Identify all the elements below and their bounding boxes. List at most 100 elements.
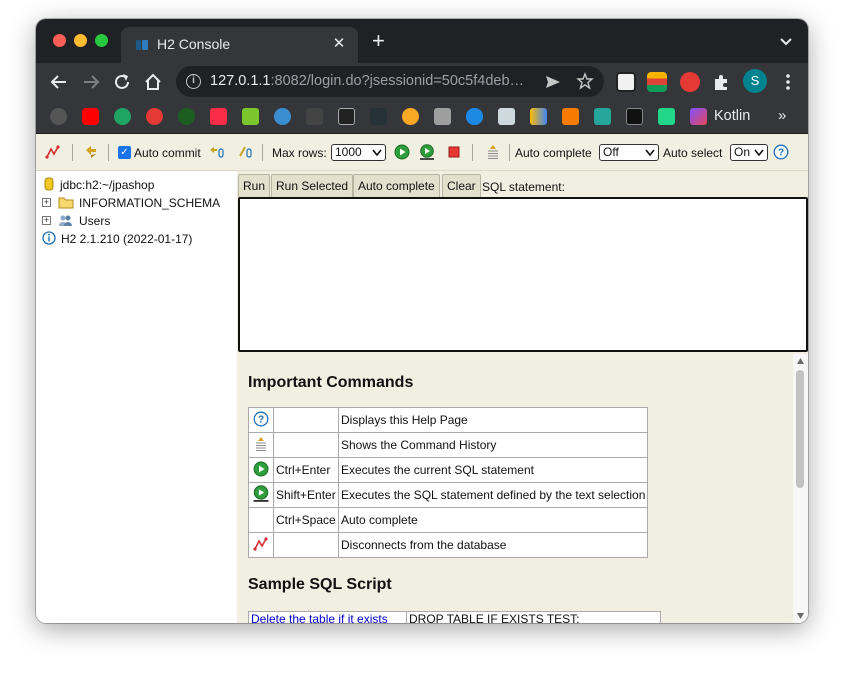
help-icon[interactable]: ? bbox=[773, 144, 789, 160]
history-icon[interactable] bbox=[485, 144, 501, 160]
window-close-button[interactable] bbox=[53, 34, 66, 47]
color-extension-icon[interactable] bbox=[647, 72, 667, 92]
info-icon[interactable]: i bbox=[186, 74, 201, 89]
auto-complete-label: Auto complete bbox=[515, 146, 592, 160]
url-text[interactable]: 127.0.1.1:8082/login.do?jsessionid=50c5f… bbox=[210, 73, 540, 89]
command-key bbox=[273, 532, 339, 558]
more-vert-icon[interactable] bbox=[780, 72, 796, 92]
store-bookmark-icon[interactable] bbox=[498, 108, 515, 125]
expand-plus-icon[interactable]: + bbox=[42, 198, 51, 207]
bookmark-d-icon[interactable] bbox=[594, 108, 611, 125]
commit-icon[interactable] bbox=[237, 144, 253, 160]
toolbar-divider bbox=[72, 144, 73, 161]
avatar[interactable]: S bbox=[743, 69, 767, 93]
stop-hand-icon[interactable] bbox=[680, 72, 700, 92]
auto-commit-checkbox[interactable]: ✓ bbox=[118, 146, 131, 159]
cloud-bookmark-icon[interactable] bbox=[466, 108, 483, 125]
chevron-down-icon bbox=[372, 149, 382, 157]
run-icon[interactable] bbox=[253, 461, 269, 477]
command-description: Shows the Command History bbox=[337, 432, 649, 458]
puzzle-icon[interactable] bbox=[711, 72, 731, 92]
svg-text:?: ? bbox=[258, 414, 264, 425]
tab-h2-console[interactable]: H2 Console ✕ bbox=[121, 27, 358, 63]
inv-bookmark-icon[interactable] bbox=[338, 108, 355, 125]
bookmark-green-icon[interactable] bbox=[114, 108, 131, 125]
auto-select-select[interactable]: On bbox=[730, 144, 768, 161]
duolingo-bookmark-icon[interactable] bbox=[242, 108, 259, 125]
command-description: Executes the current SQL statement bbox=[337, 457, 649, 483]
clear-button[interactable]: Clear bbox=[442, 174, 481, 198]
disconnect-icon[interactable] bbox=[253, 536, 269, 552]
folder-icon bbox=[58, 197, 74, 209]
address-bar[interactable]: i 127.0.1.1:8082/login.do?jsessionid=50c… bbox=[176, 66, 604, 97]
run-selected-icon[interactable] bbox=[252, 485, 270, 502]
ads-bookmark-icon[interactable] bbox=[530, 108, 547, 125]
rollback-icon[interactable] bbox=[208, 144, 224, 160]
bookmark-plane-icon[interactable] bbox=[370, 108, 387, 125]
d2-bookmark-icon[interactable] bbox=[658, 108, 675, 125]
folder-bookmark-icon[interactable] bbox=[434, 108, 451, 125]
auto-complete-button[interactable]: Auto complete bbox=[353, 174, 440, 198]
window-maximize-button[interactable] bbox=[95, 34, 108, 47]
browser-toolbar: i 127.0.1.1:8082/login.do?jsessionid=50c… bbox=[36, 63, 808, 100]
bookmark-blocks-icon[interactable] bbox=[626, 108, 643, 125]
important-commands-heading: Important Commands bbox=[248, 374, 414, 391]
commands-table: ? Displays this Help Page Shows the Comm… bbox=[248, 407, 649, 558]
scroll-thumb[interactable] bbox=[796, 370, 804, 488]
bookmark-swirl-icon[interactable] bbox=[402, 108, 419, 125]
back-icon[interactable] bbox=[48, 71, 70, 93]
toolbar-divider bbox=[509, 144, 510, 161]
bookmark-c-icon[interactable] bbox=[146, 108, 163, 125]
tab-close-icon[interactable]: ✕ bbox=[330, 35, 348, 53]
expand-plus-icon[interactable]: + bbox=[42, 216, 51, 225]
kotlin-icon[interactable] bbox=[690, 108, 707, 125]
run-button[interactable]: Run bbox=[238, 174, 271, 198]
scroll-down-icon[interactable] bbox=[797, 613, 804, 619]
stop-icon[interactable] bbox=[446, 144, 462, 160]
sample-link[interactable]: Delete the table if it exists bbox=[248, 611, 407, 623]
table-row: Ctrl+Enter Executes the current SQL stat… bbox=[248, 457, 649, 483]
bookmark-kotlin[interactable]: Kotlin bbox=[714, 108, 750, 124]
command-key: Ctrl+Enter bbox=[273, 457, 339, 483]
max-rows-select[interactable]: 1000 bbox=[331, 144, 386, 161]
bookmark-timer-icon[interactable] bbox=[274, 108, 291, 125]
run-selected-button[interactable]: Run Selected bbox=[271, 174, 354, 198]
bookmark-dots-icon[interactable] bbox=[306, 108, 323, 125]
notion-icon[interactable] bbox=[616, 72, 636, 92]
window-minimize-button[interactable] bbox=[74, 34, 87, 47]
run-selected-icon[interactable] bbox=[419, 144, 435, 160]
tab-title: H2 Console bbox=[157, 36, 231, 52]
table-row: Shows the Command History bbox=[248, 432, 649, 458]
schema-tree: jdbc:h2:~/jpashop + INFORMATION_SCHEMA +… bbox=[36, 171, 237, 623]
sql-editor[interactable] bbox=[238, 197, 808, 352]
refresh-icon[interactable] bbox=[83, 144, 99, 160]
send-icon[interactable] bbox=[544, 73, 562, 91]
help-scrollbar[interactable] bbox=[793, 354, 808, 623]
command-description: Executes the SQL statement defined by th… bbox=[337, 482, 649, 508]
help-icon[interactable]: ? bbox=[253, 411, 269, 427]
reload-icon[interactable] bbox=[111, 71, 133, 93]
auto-complete-select[interactable]: Off bbox=[599, 144, 659, 161]
run-icon[interactable] bbox=[394, 144, 410, 160]
info-icon bbox=[42, 231, 56, 245]
youtube-bookmark-icon[interactable] bbox=[82, 108, 99, 125]
star-icon[interactable] bbox=[576, 72, 594, 90]
music-bookmark-icon[interactable] bbox=[210, 108, 227, 125]
chevron-down-icon bbox=[754, 149, 764, 157]
chevron-down-icon bbox=[645, 149, 655, 157]
tab-search-chevron-icon[interactable] bbox=[778, 33, 794, 49]
bookmarks-overflow-button[interactable]: » bbox=[778, 107, 786, 124]
new-tab-button[interactable]: + bbox=[372, 30, 385, 52]
forward-icon[interactable] bbox=[80, 71, 102, 93]
scroll-up-icon[interactable] bbox=[797, 358, 804, 364]
analytics-bookmark-icon[interactable] bbox=[562, 108, 579, 125]
bookmark-search-icon[interactable] bbox=[178, 108, 195, 125]
github-bookmark-icon[interactable] bbox=[50, 108, 67, 125]
history-icon[interactable] bbox=[253, 436, 269, 452]
toolbar-divider bbox=[472, 144, 473, 161]
sample-sql-heading: Sample SQL Script bbox=[248, 576, 392, 593]
home-icon[interactable] bbox=[142, 71, 164, 93]
toolbar-divider bbox=[108, 144, 109, 161]
disconnect-icon[interactable] bbox=[45, 144, 61, 160]
command-description: Displays this Help Page bbox=[337, 407, 649, 433]
